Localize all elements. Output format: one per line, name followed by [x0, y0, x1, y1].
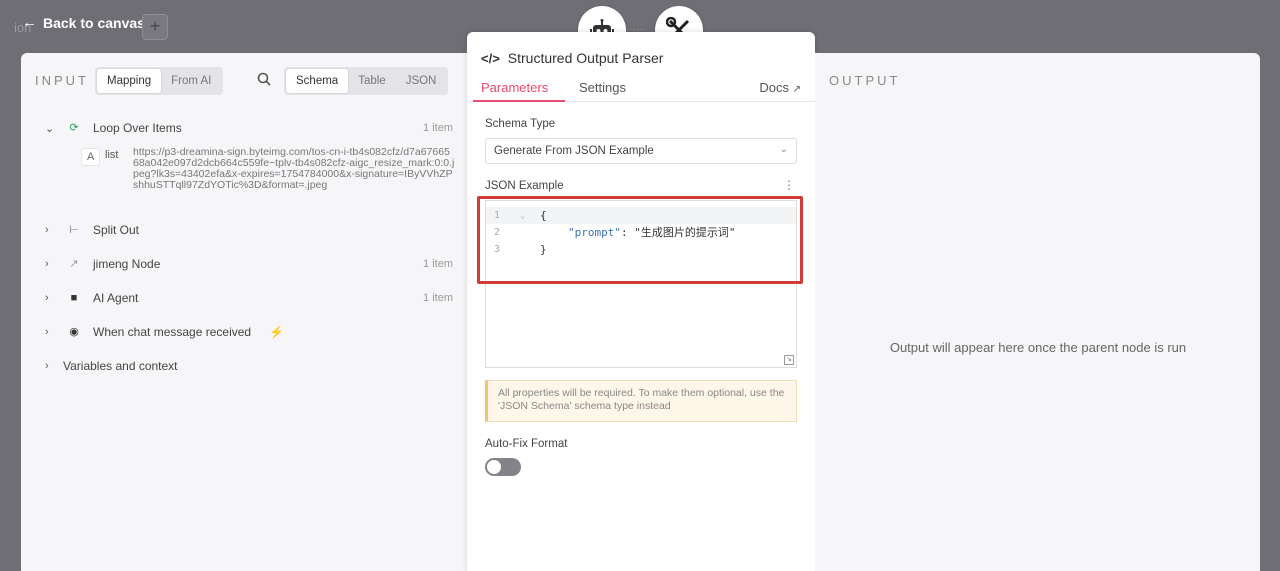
parameters-form: Schema Type Generate From JSON Example ⌄… [485, 118, 797, 476]
chevron-right-icon[interactable]: › [45, 360, 49, 372]
chevron-right-icon[interactable]: › [45, 258, 49, 270]
back-label: Back to canvas [43, 14, 145, 31]
node-title-text: Structured Output Parser [507, 50, 664, 66]
tree-item-label: AI Agent [93, 291, 139, 305]
autofix-toggle[interactable] [485, 458, 521, 476]
node-tabs: Parameters Settings Docs ↗ [467, 76, 815, 102]
resize-handle-icon[interactable]: ↘ [784, 355, 794, 365]
docs-link[interactable]: Docs ↗ [759, 80, 801, 95]
schema-type-value: Generate From JSON Example [494, 145, 654, 157]
item-count: 1 item [423, 292, 453, 304]
tree-item-chat-trigger[interactable]: › ◉ When chat message received ⚡ [21, 315, 467, 349]
chevron-down-icon[interactable]: ⌄ [45, 122, 54, 135]
annotation-highlight-box [477, 196, 803, 284]
back-to-canvas-button[interactable]: ← Back to canvas [22, 14, 145, 31]
output-title: OUTPUT [829, 73, 901, 88]
node-icon: ↗ [69, 258, 79, 270]
schema-type-label: Schema Type [485, 118, 556, 130]
tree-item-label: jimeng Node [93, 257, 161, 271]
tree-item-label: Loop Over Items [93, 121, 182, 135]
tab-json[interactable]: JSON [396, 69, 447, 93]
tree-item-jimeng-node[interactable]: › ↗ jimeng Node 1 item [21, 247, 467, 281]
node-title: </> Structured Output Parser [481, 50, 663, 66]
required-properties-notice: All properties will be required. To make… [485, 380, 797, 422]
item-count: 1 item [423, 122, 453, 134]
item-count: 1 item [423, 258, 453, 270]
active-tab-underline [473, 100, 565, 102]
input-mode-toggle: Mapping From AI [95, 67, 224, 95]
more-options-icon[interactable]: ⋮ [783, 178, 795, 192]
tree-item-variables-context[interactable]: › Variables and context [21, 349, 467, 383]
tab-schema[interactable]: Schema [286, 69, 349, 93]
schema-type-select[interactable]: Generate From JSON Example ⌄ [485, 138, 797, 164]
tree-item-label: Split Out [93, 223, 140, 237]
chevron-right-icon[interactable]: › [45, 326, 49, 338]
tree-item-label: Variables and context [63, 359, 178, 373]
chevron-down-icon: ⌄ [779, 144, 788, 155]
toggle-knob [487, 460, 501, 474]
add-node-button[interactable]: + [142, 14, 168, 40]
output-panel: OUTPUT Output will appear here once the … [815, 53, 1260, 571]
split-icon: ⊢ [69, 224, 79, 236]
loop-icon: ⟳ [69, 122, 79, 134]
docs-label: Docs [759, 80, 789, 95]
tab-parameters[interactable]: Parameters [481, 80, 548, 95]
code-icon: </> [481, 50, 500, 66]
search-icon[interactable] [257, 72, 271, 89]
tab-from-ai[interactable]: From AI [161, 69, 221, 93]
field-key: list [105, 149, 119, 161]
json-example-header: JSON Example ⋮ [485, 178, 797, 192]
json-example-label: JSON Example [485, 180, 564, 192]
chevron-right-icon[interactable]: › [45, 224, 49, 236]
trigger-bolt-icon: ⚡ [269, 325, 284, 339]
field-value: https://p3-dreamina-sign.byteimg.com/tos… [133, 146, 455, 191]
tab-settings[interactable]: Settings [579, 80, 626, 95]
tab-table[interactable]: Table [348, 69, 396, 93]
chat-icon: ◉ [69, 326, 79, 338]
external-link-icon: ↗ [792, 84, 801, 95]
output-empty-message: Output will appear here once the parent … [889, 340, 1187, 355]
input-title: INPUT [35, 73, 89, 88]
schema-field-list[interactable]: A list https://p3-dreamina-sign.byteimg.… [21, 145, 467, 213]
tab-mapping[interactable]: Mapping [97, 69, 162, 93]
input-schema-tree: ⌄ ⟳ Loop Over Items 1 item A list https:… [21, 111, 467, 383]
string-type-badge: A [81, 148, 101, 166]
tree-item-ai-agent[interactable]: › ■ AI Agent 1 item [21, 281, 467, 315]
tree-item-label: When chat message received [93, 325, 252, 339]
tree-item-split-out[interactable]: › ⊢ Split Out [21, 213, 467, 247]
arrow-left-icon: ← [22, 14, 37, 31]
chevron-right-icon[interactable]: › [45, 292, 49, 304]
robot-icon: ■ [70, 292, 78, 304]
tree-item-loop-over-items[interactable]: ⌄ ⟳ Loop Over Items 1 item [21, 111, 467, 145]
input-view-toggle: Schema Table JSON [284, 67, 449, 95]
node-settings-panel: </> Structured Output Parser Parameters … [467, 32, 815, 571]
autofix-label: Auto-Fix Format [485, 438, 568, 450]
input-panel: INPUT Mapping From AI Schema Table JSON … [21, 53, 467, 571]
